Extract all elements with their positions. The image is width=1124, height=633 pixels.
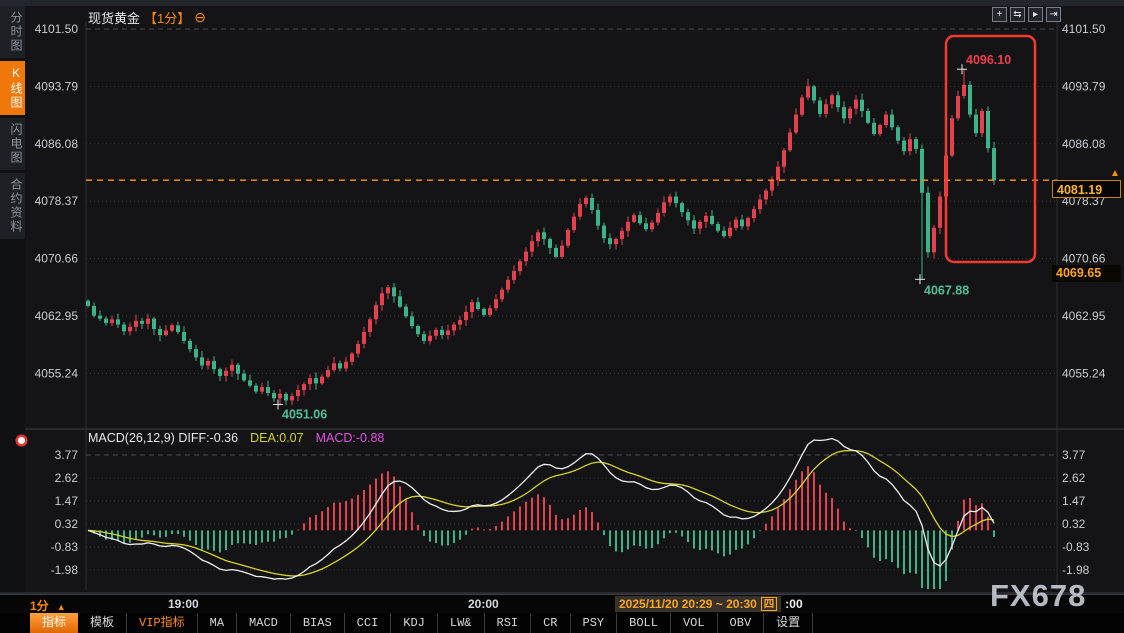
symbol-title: 现货黄金 [88,8,140,27]
svg-text:4101.50: 4101.50 [35,22,79,36]
time-range-highlight: 2025/11/20 20:29 ~ 20:30四 [615,596,781,612]
toolbar-item-11[interactable]: PSY [571,613,618,633]
toolbar-item-0[interactable]: 指标 [30,613,78,633]
indicator-toolbar: 指标模板VIP指标MAMACDBIASCCIKDJLW&RSICRPSYBOLL… [0,613,1124,633]
jump-latest-icon[interactable]: ⇥ [1046,7,1061,22]
svg-text:4070.66: 4070.66 [35,252,79,266]
candles-layer [86,69,996,405]
triangle-up-icon: ▲ [57,602,66,612]
reference-price-tag: 4069.65 [1052,265,1121,282]
svg-text:-0.83: -0.83 [1062,540,1090,554]
svg-text:1.47: 1.47 [1062,494,1086,508]
svg-text:4086.08: 4086.08 [35,137,79,151]
diff-line [88,439,994,580]
chart-tools: + ⇆ ▸ ⇥ [992,7,1061,22]
svg-text:4062.95: 4062.95 [1062,309,1106,323]
chart-title-bar: 现货黄金 【1分】 ⊖ [88,8,206,27]
live-dot-icon [18,437,25,444]
playback-icon[interactable]: ▸ [1028,7,1043,22]
weekday-badge: 四 [761,597,778,611]
toolbar-item-6[interactable]: CCI [345,613,392,633]
chart-window: 分时图 K线图 闪电图 合约资料 4101.504101.504093.7940… [0,0,1124,633]
svg-text:0.32: 0.32 [1062,517,1086,531]
toolbar-item-2[interactable]: VIP指标 [127,613,198,633]
svg-text:-0.83: -0.83 [51,540,79,554]
svg-text:1.47: 1.47 [55,494,79,508]
price-annotation: 4067.88 [924,283,969,297]
price-chart-canvas[interactable]: 4101.50 4101.50 4093.79 4093.79 4086.08 4086.… [0,0,1124,633]
crosshair-icon[interactable]: + [992,7,1007,22]
highlight-rectangle [946,36,1035,262]
toolbar-item-10[interactable]: CR [531,613,570,633]
svg-text:-1.98: -1.98 [1062,563,1090,577]
gridlines [0,22,1124,593]
toolbar-item-5[interactable]: BIAS [291,613,345,633]
svg-text:4062.95: 4062.95 [35,309,79,323]
indicator-toolbar-items: 指标模板VIP指标MAMACDBIASCCIKDJLW&RSICRPSYBOLL… [30,613,813,633]
toolbar-item-1[interactable]: 模板 [78,613,127,633]
svg-text:0.32: 0.32 [55,517,79,531]
svg-text:4093.79: 4093.79 [35,79,79,93]
svg-text:4093.79: 4093.79 [1062,79,1106,93]
toolbar-item-4[interactable]: MACD [237,613,291,633]
axis-scale-icon[interactable]: ⇆ [1010,7,1025,22]
interval-switch[interactable]: 1分▲ [30,597,66,614]
macd-layer [88,439,994,589]
time-tick-partial: :00 [785,597,802,611]
toolbar-item-14[interactable]: OBV [718,613,765,633]
svg-text:3.77: 3.77 [1062,448,1086,462]
current-price-tag: 4081.19 [1052,180,1121,198]
interval-tag: 【1分】 [144,8,190,27]
price-annotation: 4051.06 [282,408,327,422]
time-tick: 19:00 [168,597,199,611]
toolbar-item-12[interactable]: BOLL [617,613,671,633]
toolbar-item-13[interactable]: VOL [671,613,718,633]
time-axis: 1分▲ 19:00 20:00 2025/11/20 20:29 ~ 20:30四… [0,594,1124,613]
toolbar-item-9[interactable]: RSI [485,613,532,633]
svg-text:4086.08: 4086.08 [1062,137,1106,151]
time-tick: 20:00 [468,597,499,611]
dea-line [88,451,994,576]
crosshair-time-range: 2025/11/20 20:29 ~ 20:30四 :00 [615,596,803,612]
svg-text:2.62: 2.62 [1062,471,1086,485]
svg-text:-1.98: -1.98 [51,563,79,577]
svg-text:4078.37: 4078.37 [35,194,79,208]
price-annotation: 4096.10 [966,53,1011,67]
svg-text:4101.50: 4101.50 [1062,22,1106,36]
svg-text:4055.24: 4055.24 [1062,366,1106,380]
toolbar-item-3[interactable]: MA [198,613,237,633]
toolbar-item-7[interactable]: KDJ [391,613,438,633]
toolbar-item-15[interactable]: 设置 [764,613,813,633]
toolbar-item-8[interactable]: LW& [438,613,485,633]
svg-text:2.62: 2.62 [55,471,79,485]
svg-text:4055.24: 4055.24 [35,366,79,380]
pause-icon[interactable]: ⊖ [194,11,206,24]
price-up-arrow-icon: ▲ [1110,168,1120,179]
svg-text:3.77: 3.77 [55,448,79,462]
macd-name-diff-value: MACD(26,12,9) DIFF:-0.36 [88,431,238,445]
macd-dea-value: DEA:0.07 [250,431,304,445]
svg-text:4070.66: 4070.66 [1062,252,1106,266]
macd-header: MACD(26,12,9) DIFF:-0.36 DEA:0.07 MACD:-… [88,431,384,445]
macd-bar-value: MACD:-0.88 [316,431,385,445]
